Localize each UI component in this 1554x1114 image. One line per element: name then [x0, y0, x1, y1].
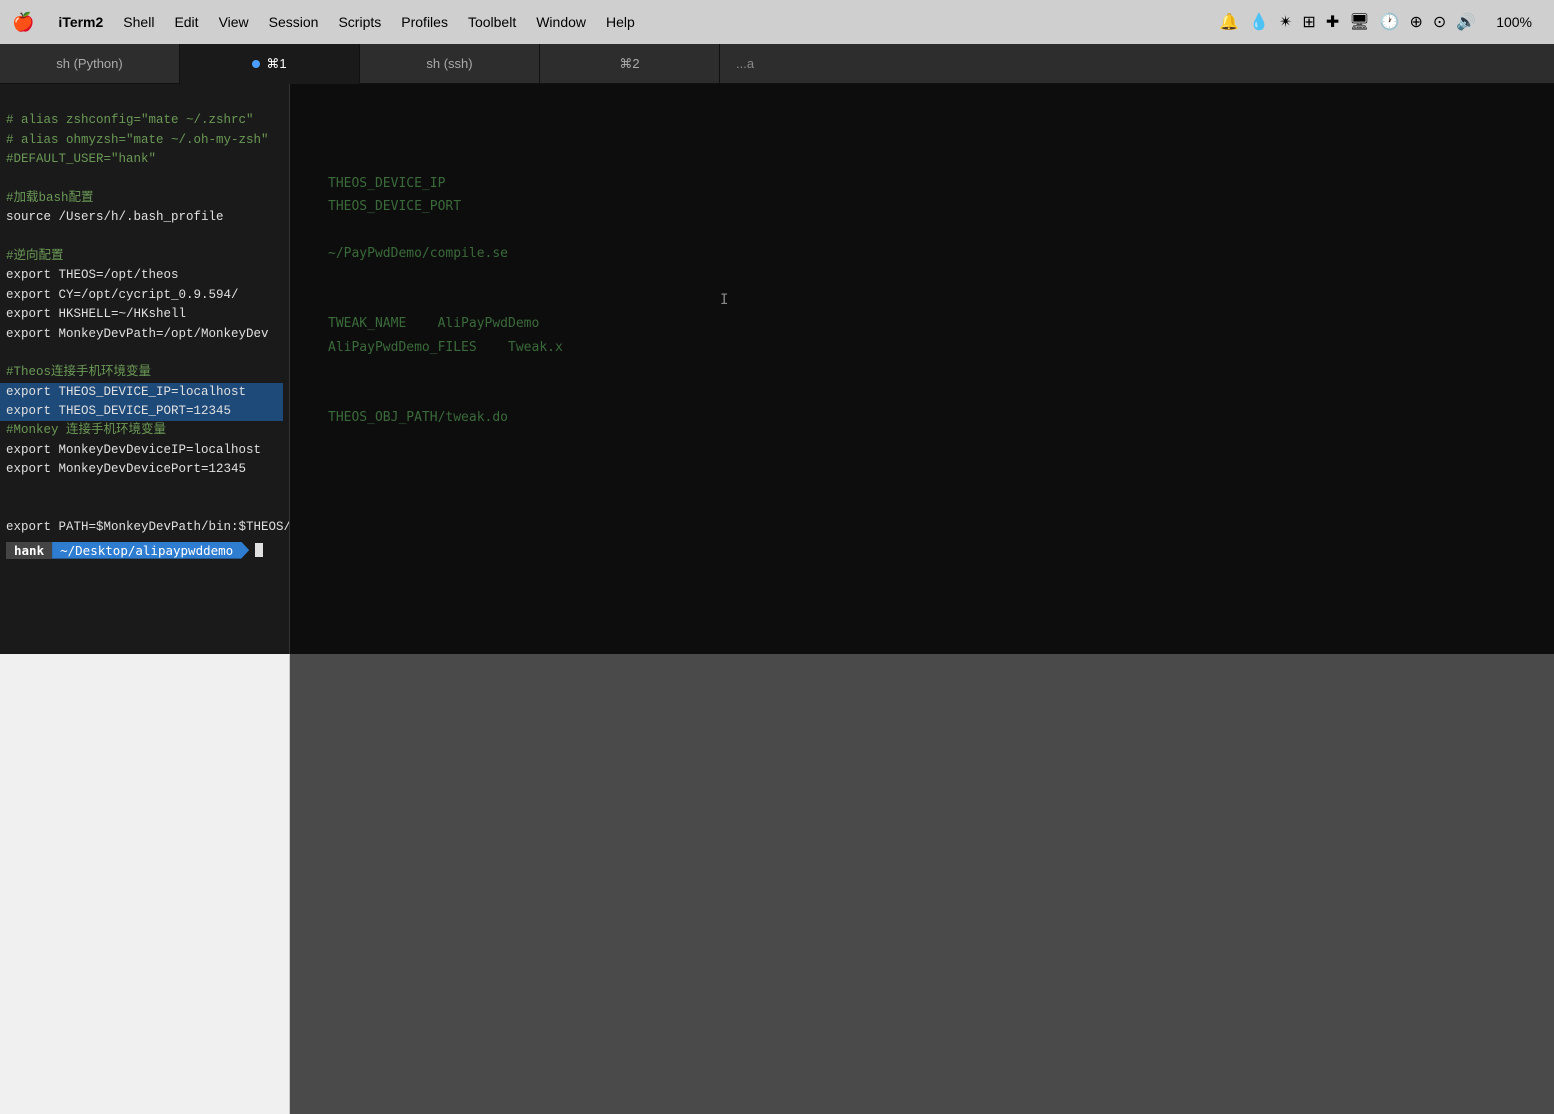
bottom-left-pane [0, 654, 290, 1114]
prompt-username: hank [6, 542, 52, 559]
menubar-scripts[interactable]: Scripts [328, 10, 391, 34]
menubar-profiles[interactable]: Profiles [391, 10, 458, 34]
tab-bar: sh (Python) ⌘1 sh (ssh) ⌘2 ...a [0, 44, 1554, 84]
menubar-right: 🔔 💧 ✴ ⊞ ✚ 🖥 🕐 ⊕ ⊙ 🔊 100% [1219, 10, 1542, 34]
apple-menu[interactable]: 🍎 [12, 12, 34, 33]
battery-pct: 100% [1486, 10, 1542, 34]
terminal-right-content: THEOS_DEVICE_IP THEOS_DEVICE_PORT ~/PayP… [320, 102, 571, 499]
menubar-help[interactable]: Help [596, 10, 645, 34]
tab-cmd2[interactable]: ⌘2 [540, 44, 720, 84]
water-icon[interactable]: 💧 [1249, 12, 1269, 32]
tab-cmd2-label: ⌘2 [619, 56, 639, 72]
menubar-shell[interactable]: Shell [113, 10, 164, 34]
grid-icon[interactable]: ⊞ [1302, 12, 1315, 32]
network-icon[interactable]: ⊕ [1409, 12, 1422, 32]
tab-active-dot [252, 60, 260, 68]
iterm-window: sh (Python) ⌘1 sh (ssh) ⌘2 ...a # alias … [0, 44, 1554, 1114]
terminal-left-content: # alias zshconfig="mate ~/.zshrc" # alia… [6, 92, 283, 538]
terminal-left-pane[interactable]: # alias zshconfig="mate ~/.zshrc" # alia… [0, 84, 290, 654]
terminal-main-pane[interactable]: THEOS_DEVICE_IP THEOS_DEVICE_PORT ~/PayP… [290, 84, 1554, 654]
cursor-indicator: I [720, 292, 728, 308]
tab-python-label: sh (Python) [56, 56, 122, 71]
menubar-toolbelt[interactable]: Toolbelt [458, 10, 526, 34]
prompt-path: ~/Desktop/alipaypwddemo [52, 542, 249, 559]
menubar-window[interactable]: Window [526, 10, 596, 34]
menubar-view[interactable]: View [209, 10, 259, 34]
menubar-iterm2[interactable]: iTerm2 [48, 10, 113, 34]
prompt-line[interactable]: hank ~/Desktop/alipaypwddemo [6, 542, 283, 559]
menubar-edit[interactable]: Edit [164, 10, 208, 34]
menubar-session[interactable]: Session [259, 10, 329, 34]
notification-icon[interactable]: 🔔 [1219, 12, 1239, 32]
tab-python[interactable]: sh (Python) [0, 44, 180, 84]
tab-cmd1-label: ⌘1 [266, 56, 286, 72]
wifi-icon[interactable]: ⊙ [1433, 12, 1446, 32]
prompt-cursor [255, 543, 263, 557]
bottom-right-pane [290, 654, 1554, 1114]
monitor-icon[interactable]: 🖥 [1349, 12, 1369, 32]
volume-icon[interactable]: 🔊 [1456, 12, 1476, 32]
tab-cmd1[interactable]: ⌘1 [180, 44, 360, 84]
star-icon[interactable]: ✴ [1279, 12, 1292, 32]
clock-icon[interactable]: 🕐 [1380, 12, 1400, 32]
tab-extra[interactable]: ...a [720, 56, 770, 71]
tab-extra-label: ...a [736, 56, 754, 71]
bottom-area [0, 654, 1554, 1114]
menubar: 🍎 iTerm2 Shell Edit View Session Scripts… [0, 0, 1554, 44]
tab-ssh[interactable]: sh (ssh) [360, 44, 540, 84]
tab-ssh-label: sh (ssh) [426, 56, 472, 71]
plus-icon[interactable]: ✚ [1326, 12, 1339, 32]
